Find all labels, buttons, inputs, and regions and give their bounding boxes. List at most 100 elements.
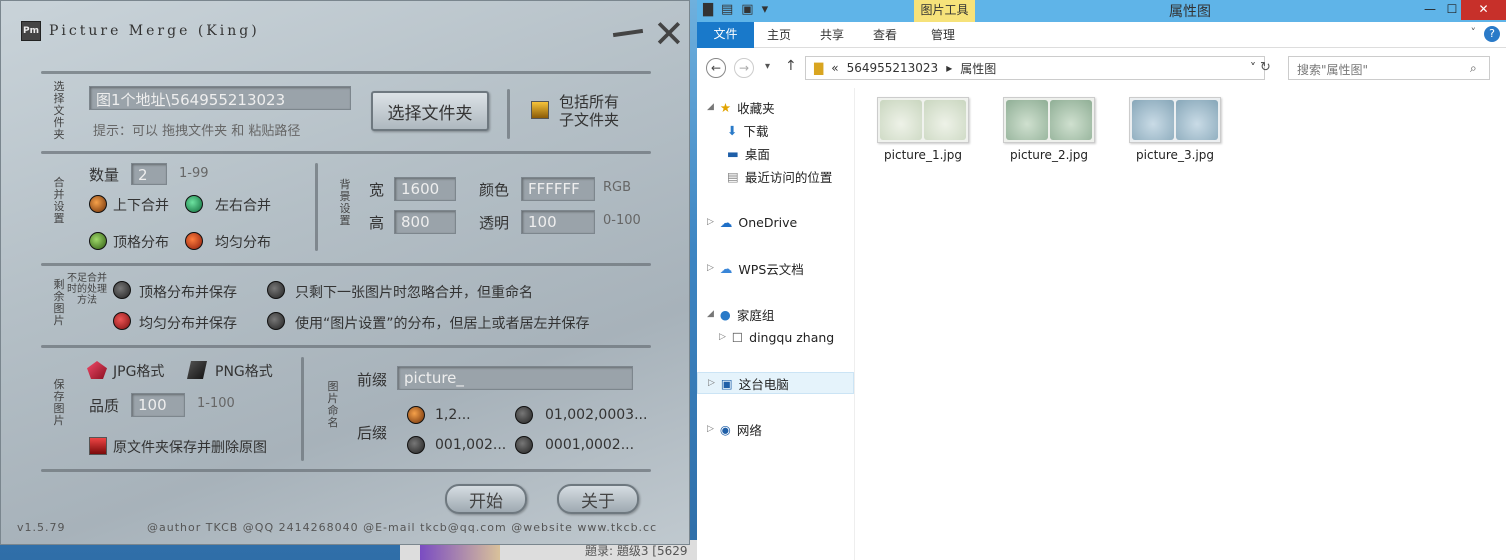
close-button[interactable]: ✕ — [1461, 0, 1506, 20]
breadcrumb-folder[interactable]: 564955213023 — [847, 61, 939, 75]
refresh-icon[interactable]: ↻ — [1260, 60, 1271, 75]
prefix-input[interactable]: picture_ — [397, 366, 633, 390]
expand-icon[interactable]: ▷ — [707, 424, 714, 434]
distribute-even-radio[interactable] — [185, 232, 203, 250]
color-input[interactable]: FFFFFF — [521, 177, 595, 201]
remain-top-save-label: 顶格分布并保存 — [139, 285, 237, 301]
suffix-2-radio[interactable] — [515, 406, 533, 424]
remain-use-settings-radio[interactable] — [267, 312, 285, 330]
breadcrumb-overflow[interactable]: « — [831, 61, 838, 75]
nav-homegroup-label: 家庭组 — [736, 307, 775, 323]
divider — [301, 357, 304, 461]
count-label: 数量 — [89, 166, 120, 184]
nav-thispc[interactable]: ▷ ▣ 这台电脑 — [697, 372, 854, 394]
divider — [41, 469, 651, 472]
tab-manage[interactable]: 管理 — [931, 26, 955, 43]
folder-path-input[interactable]: 图1个地址\564955213023 — [89, 86, 351, 110]
divider — [41, 71, 651, 74]
suffix-4-radio[interactable] — [515, 436, 533, 454]
opacity-input[interactable]: 100 — [521, 210, 595, 234]
recent-places-icon: ▤ — [727, 168, 739, 184]
file-list: picture_1.jpg picture_2.jpg picture_3.jp… — [857, 88, 1506, 560]
explorer-window: ▇ ▤ ▣ ▾ 图片工具 属性图 — ☐ ✕ 文件 主页 共享 查看 管理 ˅ … — [697, 0, 1506, 560]
folder-icon: ▇ — [814, 61, 824, 75]
nav-user[interactable]: ▷ ☐ dingqu zhang — [697, 326, 854, 348]
breadcrumb-current[interactable]: 属性图 — [960, 60, 996, 77]
tab-view[interactable]: 查看 — [873, 26, 897, 43]
thumbnail-image — [1050, 100, 1092, 140]
color-label: 颜色 — [479, 181, 510, 199]
file-name[interactable]: picture_2.jpg — [989, 148, 1109, 162]
nav-homegroup[interactable]: ◢ ● 家庭组 — [697, 303, 854, 325]
minimize-button[interactable] — [612, 28, 644, 38]
wps-cloud-icon: ☁ — [719, 260, 733, 276]
nav-network[interactable]: ▷ ◉ 网络 — [697, 418, 854, 440]
up-button[interactable]: ↑ — [785, 58, 797, 74]
tab-home[interactable]: 主页 — [767, 26, 791, 43]
file-name[interactable]: picture_3.jpg — [1115, 148, 1235, 162]
picture-tools-tab[interactable]: 图片工具 — [914, 0, 975, 22]
count-range: 1-99 — [179, 166, 209, 181]
ribbon-expand-icon[interactable]: ˅ — [1471, 26, 1477, 39]
width-input[interactable]: 1600 — [394, 177, 456, 201]
expand-icon[interactable]: ◢ — [707, 102, 714, 112]
start-button[interactable]: 开始 — [445, 484, 527, 514]
include-subfolders-checkbox[interactable] — [531, 101, 549, 119]
remain-skip-rename-radio[interactable] — [267, 281, 285, 299]
file-thumbnail[interactable] — [877, 97, 969, 143]
file-name[interactable]: picture_1.jpg — [863, 148, 983, 162]
tab-file[interactable]: 文件 — [697, 22, 754, 48]
suffix-3-radio[interactable] — [407, 436, 425, 454]
search-icon[interactable]: ⌕ — [1470, 61, 1477, 76]
back-button[interactable]: ← — [706, 58, 726, 78]
nav-favorites[interactable]: ◢ ★ 收藏夹 — [697, 96, 854, 118]
thumbnail-image — [924, 100, 966, 140]
chevron-down-icon[interactable]: ▾ — [762, 2, 769, 17]
suffix-1-label: 1,2... — [435, 407, 471, 423]
jpg-format-icon[interactable] — [87, 361, 107, 379]
expand-icon[interactable]: ▷ — [719, 332, 726, 342]
folder-icon[interactable]: ▇ — [703, 2, 713, 17]
divider — [315, 163, 318, 251]
app-logo-icon: Pm — [21, 21, 41, 41]
recent-locations-icon[interactable]: ▾ — [765, 61, 770, 72]
opacity-label: 透明 — [479, 214, 510, 232]
tab-share[interactable]: 共享 — [820, 26, 844, 43]
nav-wps[interactable]: ▷ ☁ WPS云文档 — [697, 257, 854, 279]
nav-downloads[interactable]: ⬇ 下载 — [697, 119, 854, 141]
save-delete-checkbox[interactable] — [89, 437, 107, 455]
expand-icon[interactable]: ▷ — [707, 217, 714, 227]
dropdown-icon[interactable]: ˅ — [1250, 61, 1256, 75]
about-button[interactable]: 关于 — [557, 484, 639, 514]
merge-vertical-radio[interactable] — [89, 195, 107, 213]
nav-desktop[interactable]: ▬ 桌面 — [697, 142, 854, 164]
expand-icon[interactable]: ◢ — [707, 309, 714, 319]
count-input[interactable]: 2 — [131, 163, 167, 185]
address-bar[interactable]: ▇ « 564955213023 ▸ 属性图 ˅ — [805, 56, 1265, 80]
section-label-remain: 剩余图片 — [53, 278, 65, 327]
quality-label: 品质 — [89, 397, 120, 415]
merge-horizontal-radio[interactable] — [185, 195, 203, 213]
nav-onedrive[interactable]: ▷ ☁ OneDrive — [697, 211, 854, 233]
file-thumbnail[interactable] — [1003, 97, 1095, 143]
remain-even-save-radio[interactable] — [113, 312, 131, 330]
png-format-icon[interactable] — [187, 361, 207, 379]
forward-button[interactable]: → — [734, 58, 754, 78]
new-folder-icon[interactable]: ▣ — [741, 2, 753, 17]
suffix-1-radio[interactable] — [407, 406, 425, 424]
quality-input[interactable]: 100 — [131, 393, 185, 417]
search-input[interactable]: 搜索"属性图" — [1288, 56, 1490, 80]
distribute-top-radio[interactable] — [89, 232, 107, 250]
help-icon[interactable]: ? — [1484, 26, 1500, 42]
color-unit: RGB — [603, 180, 632, 195]
close-button[interactable]: ✕ — [653, 15, 685, 53]
expand-icon[interactable]: ▷ — [707, 263, 714, 273]
remain-top-save-radio[interactable] — [113, 281, 131, 299]
divider — [507, 89, 510, 139]
properties-icon[interactable]: ▤ — [721, 2, 733, 17]
file-thumbnail[interactable] — [1129, 97, 1221, 143]
height-input[interactable]: 800 — [394, 210, 456, 234]
nav-recent[interactable]: ▤ 最近访问的位置 — [697, 165, 854, 187]
expand-icon[interactable]: ▷ — [708, 378, 715, 388]
select-folder-button[interactable]: 选择文件夹 — [371, 91, 489, 131]
